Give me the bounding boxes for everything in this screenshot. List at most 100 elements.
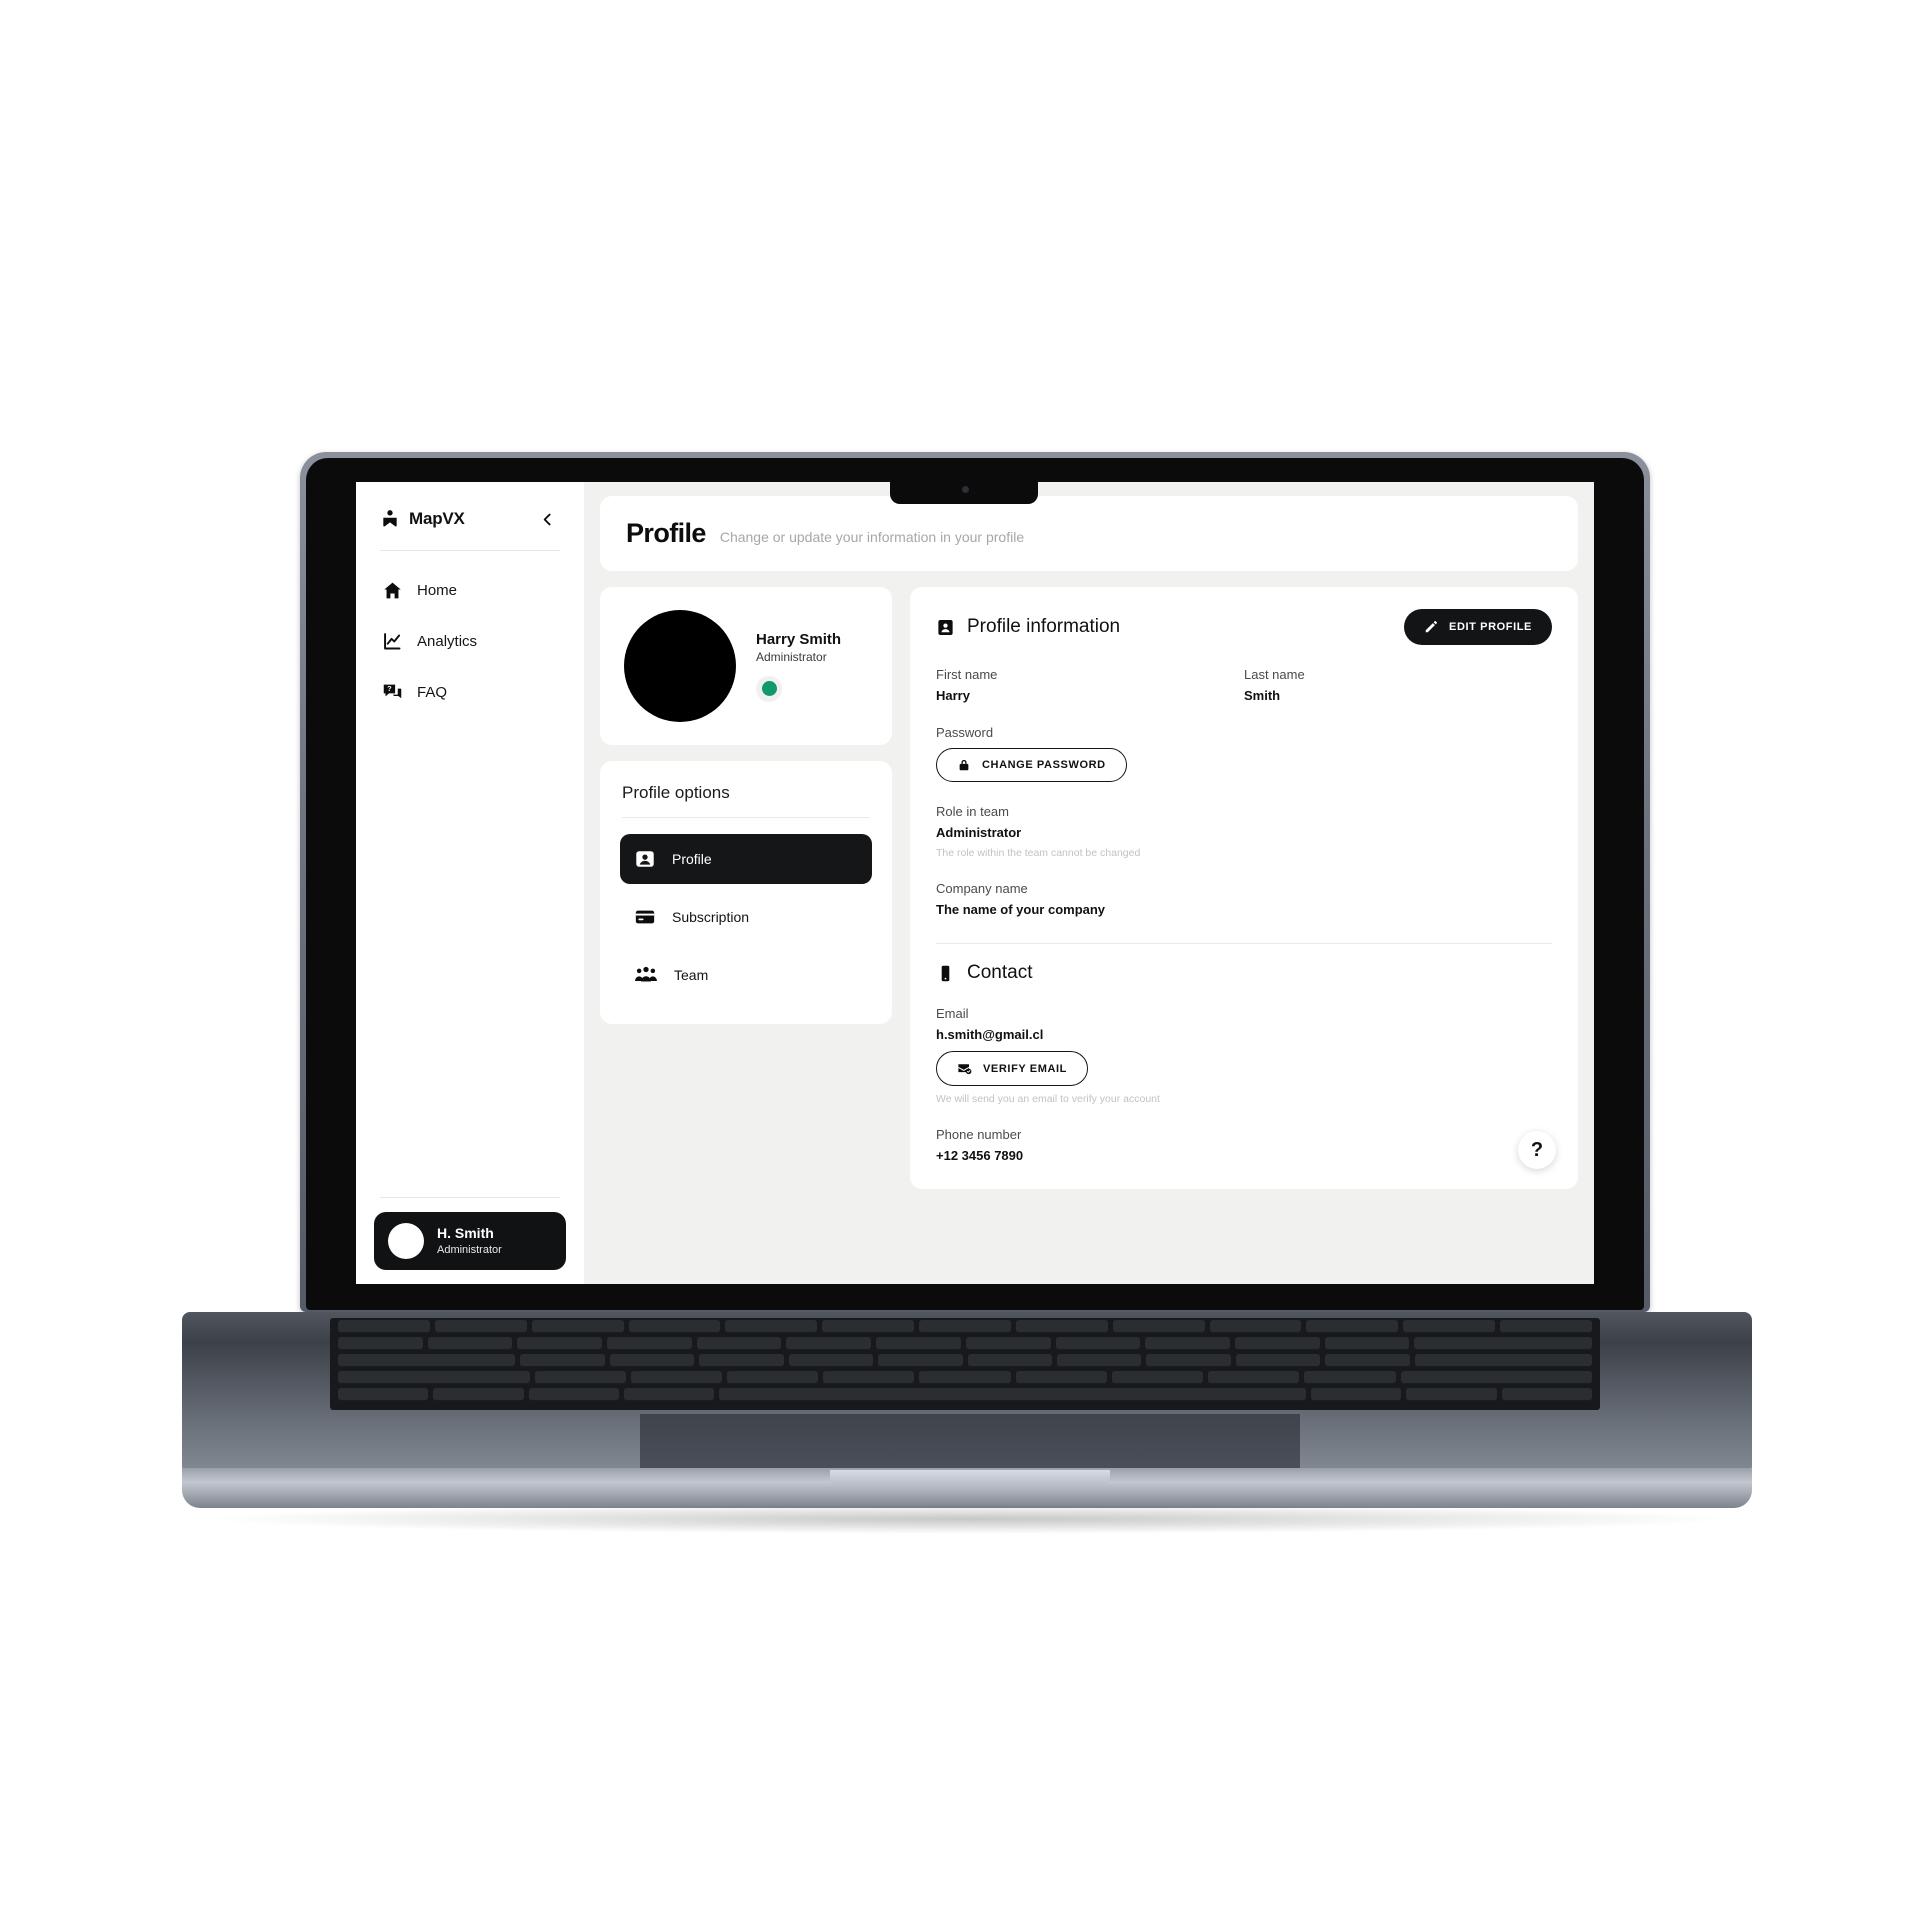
line-chart-icon [382,631,403,652]
change-password-button[interactable]: CHANGE PASSWORD [936,748,1127,782]
screenshot-stage: MapVX Home Analytics ? FAQ H. Smith Admi… [0,0,1920,1920]
sidebar-item-home-label: Home [417,582,458,599]
sidebar-user-role: Administrator [437,1243,502,1256]
help-button[interactable]: ? [1518,1131,1556,1169]
key [427,1337,513,1350]
avatar-icon [388,1223,424,1259]
webcam-icon [962,486,969,493]
key [919,1320,1011,1333]
people-group-icon [634,964,658,986]
laptop-base-notch [830,1470,1110,1486]
last-name-value: Smith [1244,688,1281,703]
password-label: Password [936,725,994,740]
role-in-team-label: Role in team [936,804,1009,819]
sidebar-user-text: H. Smith Administrator [437,1225,502,1257]
first-name-value: Harry [936,688,970,703]
edit-profile-button[interactable]: EDIT PROFILE [1404,609,1552,645]
id-badge-icon [936,618,955,637]
keyboard-row [336,1371,1594,1384]
key [1145,1337,1230,1350]
sidebar-item-analytics[interactable]: Analytics [374,618,566,665]
key [1208,1371,1300,1384]
key [1235,1354,1321,1367]
left-column: Harry Smith Administrator Profile option… [600,587,892,1024]
contact-title-group: Contact [936,962,1552,984]
key-arrows [1501,1388,1592,1401]
option-subscription[interactable]: Subscription [620,892,872,942]
profile-role: Administrator [756,649,827,664]
phone-number-label: Phone number [936,1127,1022,1142]
profile-summary-card: Harry Smith Administrator [600,587,892,745]
key [1146,1354,1231,1367]
sidebar: MapVX Home Analytics ? FAQ H. Smith Admi… [356,482,584,1284]
key [1209,1320,1302,1333]
key [725,1320,818,1333]
brand[interactable]: MapVX [380,509,465,529]
home-icon [382,580,403,601]
option-profile-label: Profile [672,851,712,867]
sidebar-item-faq[interactable]: ? FAQ [374,669,566,716]
verify-email-hint: We will send you an email to verify your… [936,1093,1160,1105]
company-name-label: Company name [936,881,1028,896]
key-command-right [1311,1388,1402,1401]
key [823,1371,915,1384]
company-name-field: Company name The name of your company [936,881,1552,917]
key [520,1354,605,1367]
key-shift [338,1371,530,1384]
trackpad [640,1414,1300,1476]
status-dot-online [761,681,777,696]
option-profile[interactable]: Profile [620,834,872,884]
key [338,1320,430,1333]
option-team-label: Team [674,967,709,983]
key [1325,1354,1410,1367]
key [788,1354,874,1367]
profile-information-title: Profile information [967,616,1121,637]
content-columns: Harry Smith Administrator Profile option… [600,587,1578,1189]
email-value: h.smith@gmail.cl [936,1027,1044,1042]
sidebar-item-home[interactable]: Home [374,567,566,614]
key [1055,1337,1141,1350]
key [630,1371,722,1384]
contact-title: Contact [967,962,1033,983]
key [628,1320,721,1333]
role-in-team-value: Administrator [936,825,1022,840]
option-team[interactable]: Team [620,950,872,1000]
key [609,1354,695,1367]
brand-name: MapVX [409,509,465,528]
question-mark-icon: ? [1530,1138,1544,1161]
status-badge [756,675,782,702]
key [726,1371,819,1384]
profile-options-card: Profile options Profile Subscription Tea… [600,761,892,1024]
key-shift-right [1400,1371,1593,1384]
sidebar-user-chip[interactable]: H. Smith Administrator [374,1212,566,1270]
page-title: Profile [626,518,706,548]
mail-check-icon [957,1061,972,1076]
last-name-field: Last name Smith [1244,667,1552,703]
svg-text:?: ? [387,684,392,693]
name-fields-row: First name Harry Last name Smith [936,667,1552,703]
edit-profile-label: EDIT PROFILE [1449,621,1532,633]
contact-section-divider [936,943,1552,944]
role-in-team-field: Role in team Administrator The role with… [936,804,1552,859]
change-password-label: CHANGE PASSWORD [982,759,1106,771]
phone-number-value: +12 3456 7890 [936,1148,1024,1163]
mobile-phone-icon [936,964,955,983]
profile-options-title: Profile options [622,783,730,802]
sidebar-nav: Home Analytics ? FAQ [374,567,566,716]
sidebar-user-name: H. Smith [437,1225,494,1242]
key-return [1414,1354,1592,1367]
key [1056,1354,1142,1367]
keyboard [336,1320,1594,1408]
lock-icon [957,758,971,772]
verify-email-button[interactable]: VERIFY EMAIL [936,1051,1089,1086]
credit-card-icon [634,906,656,928]
password-field: Password CHANGE PASSWORD [936,725,1552,782]
key-fn [338,1388,429,1401]
pencil-icon [1424,620,1438,634]
key [822,1320,915,1333]
app-viewport: MapVX Home Analytics ? FAQ H. Smith Admi… [356,482,1594,1284]
key [1304,1371,1396,1384]
sidebar-bottom-divider [380,1197,560,1198]
key [534,1371,626,1384]
sidebar-collapse-button[interactable] [534,506,560,532]
